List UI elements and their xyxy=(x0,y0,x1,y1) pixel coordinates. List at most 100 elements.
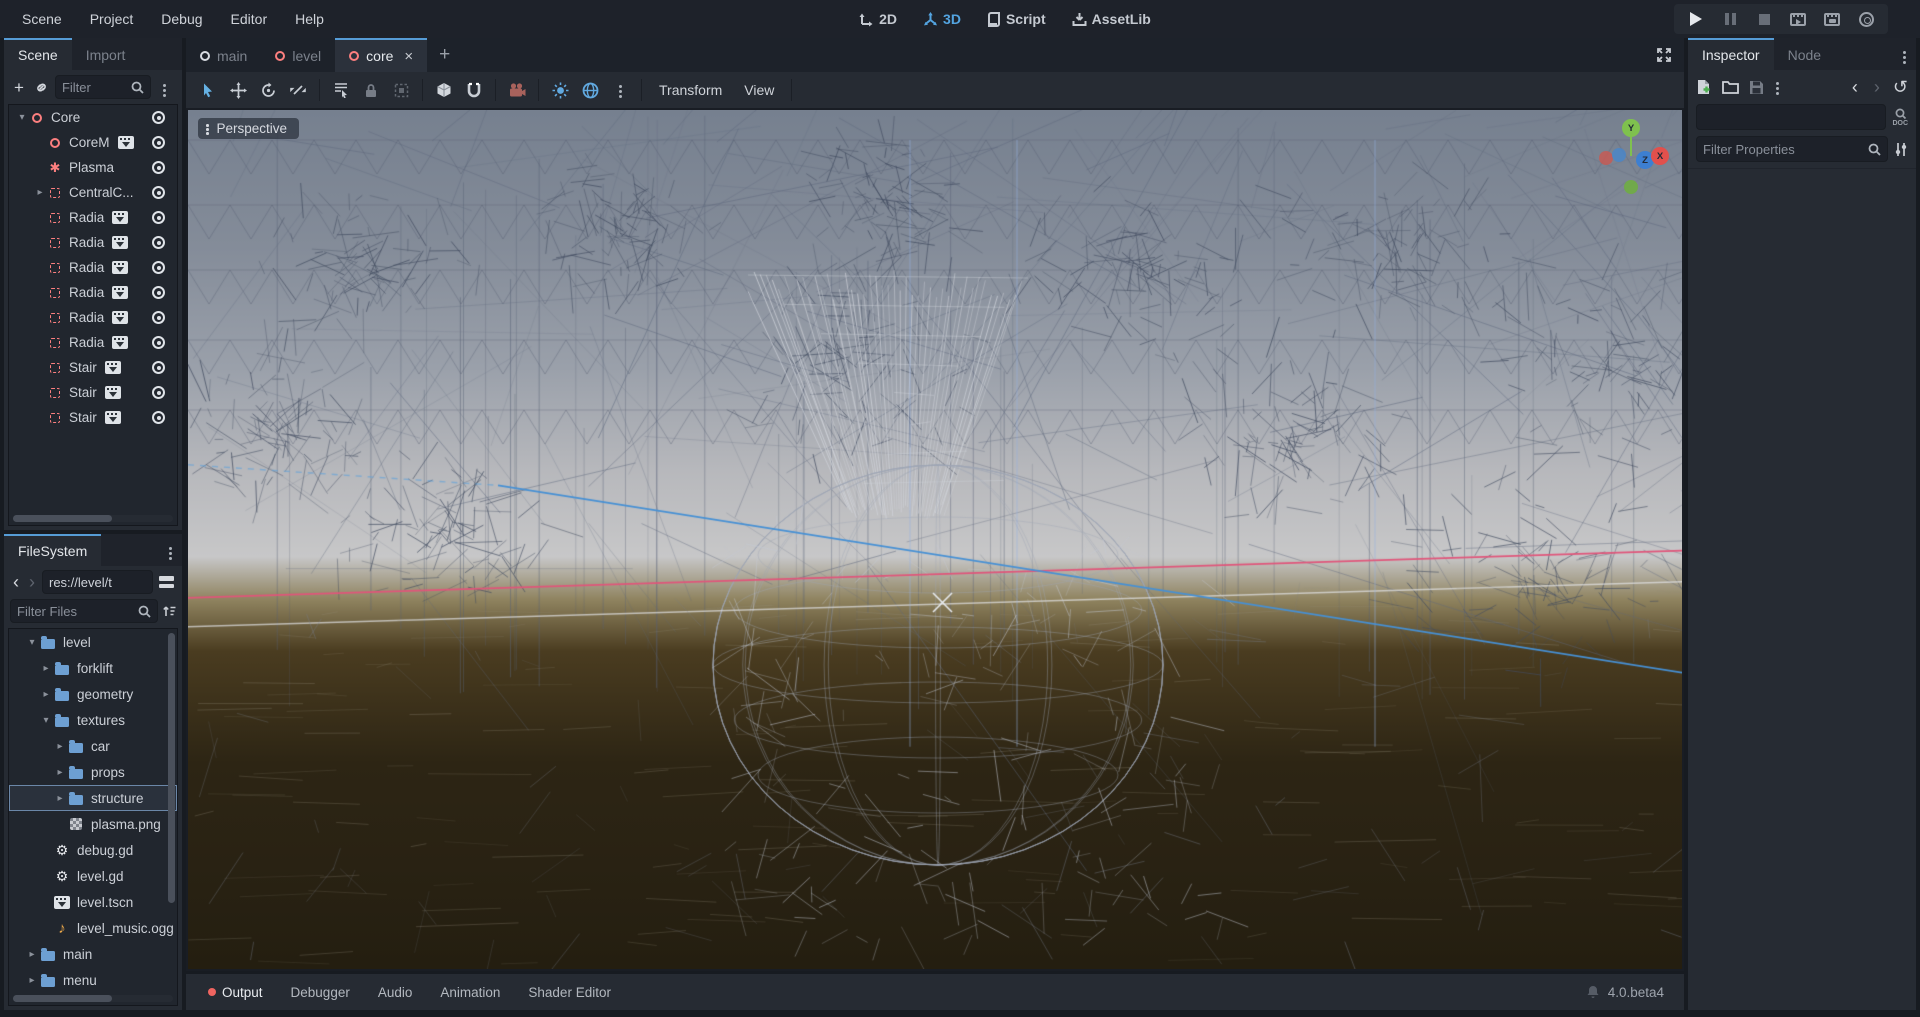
visibility-eye-icon[interactable] xyxy=(152,386,165,399)
scene-tree-row[interactable]: ▾ ▸ ✱ Plasma xyxy=(9,155,177,180)
bottom-panel-tab[interactable]: Output xyxy=(196,980,275,1005)
chevron-down-icon[interactable]: ▾ xyxy=(15,112,29,123)
chevron-down-icon[interactable]: ▾ xyxy=(39,715,53,726)
visibility-eye-icon[interactable] xyxy=(152,261,165,274)
file-tree-row[interactable]: ▾ ▸ ⚙ ♪ props xyxy=(9,759,177,785)
scale-tool-icon[interactable] xyxy=(284,77,312,103)
visibility-eye-icon[interactable] xyxy=(152,336,165,349)
new-resource-icon[interactable] xyxy=(1696,79,1712,96)
inspector-menu-icon[interactable] xyxy=(1903,51,1906,54)
playback-button[interactable] xyxy=(1686,9,1706,29)
chevron-right-icon[interactable]: ▸ xyxy=(39,663,53,674)
context-switch-button[interactable]: 2D xyxy=(859,11,897,27)
local-space-icon[interactable] xyxy=(430,77,458,103)
3d-viewport-canvas[interactable] xyxy=(188,110,1682,969)
display-mode-icon[interactable] xyxy=(157,574,176,590)
bottom-panel-tab[interactable]: Shader Editor xyxy=(516,980,623,1005)
add-node-button[interactable]: + xyxy=(10,77,28,98)
lock-icon[interactable] xyxy=(357,77,385,103)
scene-tree-row[interactable]: ▾ ▸ ✱ Core xyxy=(9,105,177,130)
filesystem-tab[interactable]: FileSystem xyxy=(4,534,101,566)
group-icon[interactable] xyxy=(387,77,415,103)
chevron-right-icon[interactable]: ▸ xyxy=(25,975,39,986)
file-tree-row[interactable]: ▾ ▸ ⚙ ♪ level_music.ogg xyxy=(9,915,177,941)
transform-menu[interactable]: Transform xyxy=(649,78,732,102)
open-instanced-scene-icon[interactable] xyxy=(105,386,121,399)
path-input[interactable] xyxy=(49,575,146,590)
open-instanced-scene-icon[interactable] xyxy=(112,311,128,324)
context-switch-button[interactable]: AssetLib xyxy=(1072,11,1151,27)
select-tool-icon[interactable] xyxy=(194,77,222,103)
bottom-panel-tab[interactable]: Debugger xyxy=(279,980,362,1005)
file-tree-row[interactable]: ▾ ▸ ⚙ ♪ debug.gd xyxy=(9,837,177,863)
scene-tree-hscrollbar[interactable] xyxy=(13,515,173,522)
visibility-eye-icon[interactable] xyxy=(152,111,165,124)
file-filter-input[interactable] xyxy=(17,604,134,619)
menu-item[interactable]: Scene xyxy=(10,6,74,32)
distraction-free-icon[interactable] xyxy=(1644,38,1684,72)
scene-tree-menu-icon[interactable] xyxy=(163,84,166,87)
file-tree-hscrollbar[interactable] xyxy=(13,995,173,1002)
nav-forward-icon[interactable]: › xyxy=(26,573,38,591)
scene-tree-row[interactable]: ▾ ▸ ✱ Radia xyxy=(9,280,177,305)
file-tree-vscrollbar[interactable] xyxy=(168,633,175,903)
scene-filter-input[interactable] xyxy=(62,80,127,95)
chevron-right-icon[interactable]: ▸ xyxy=(25,949,39,960)
scene-tab[interactable]: main × xyxy=(186,38,261,72)
move-tool-icon[interactable] xyxy=(224,77,252,103)
open-instanced-scene-icon[interactable] xyxy=(112,211,128,224)
file-tree-row[interactable]: ▾ ▸ ⚙ ♪ level.gd xyxy=(9,863,177,889)
file-tree-row[interactable]: ▾ ▸ ⚙ ♪ geometry xyxy=(9,681,177,707)
history-forward-icon[interactable]: › xyxy=(1871,78,1883,96)
file-sort-icon[interactable] xyxy=(162,604,176,618)
history-icon[interactable]: ↺ xyxy=(1893,78,1908,96)
open-instanced-scene-icon[interactable] xyxy=(105,361,121,374)
camera-override-icon[interactable] xyxy=(503,77,531,103)
bottom-panel-tab[interactable]: Audio xyxy=(366,980,425,1005)
scene-tab[interactable]: level × xyxy=(261,38,335,72)
open-instanced-scene-icon[interactable] xyxy=(112,336,128,349)
preview-sunlight-icon[interactable] xyxy=(546,77,574,103)
sun-environ-settings-icon[interactable] xyxy=(606,77,634,103)
context-switch-button[interactable]: 3D xyxy=(923,11,961,27)
view-menu[interactable]: View xyxy=(734,78,784,102)
menu-item[interactable]: Editor xyxy=(219,6,280,32)
search-help-icon[interactable]: DOC xyxy=(1892,108,1908,127)
visibility-eye-icon[interactable] xyxy=(152,311,165,324)
dock-tab[interactable]: Scene xyxy=(4,38,72,70)
open-instanced-scene-icon[interactable] xyxy=(112,236,128,249)
visibility-eye-icon[interactable] xyxy=(152,411,165,424)
open-instanced-scene-icon[interactable] xyxy=(112,261,128,274)
file-tree-row[interactable]: ▾ ▸ ⚙ ♪ structure xyxy=(9,785,177,811)
file-tree-row[interactable]: ▾ ▸ ⚙ ♪ car xyxy=(9,733,177,759)
rotate-tool-icon[interactable] xyxy=(254,77,282,103)
file-tree-row[interactable]: ▾ ▸ ⚙ ♪ textures xyxy=(9,707,177,733)
menu-item[interactable]: Help xyxy=(283,6,336,32)
playback-button[interactable] xyxy=(1822,9,1842,29)
file-tree-row[interactable]: ▾ ▸ ⚙ ♪ menu xyxy=(9,967,177,993)
open-instanced-scene-icon[interactable] xyxy=(118,136,134,149)
menu-item[interactable]: Debug xyxy=(149,6,214,32)
close-tab-icon[interactable]: × xyxy=(404,48,413,65)
visibility-eye-icon[interactable] xyxy=(152,136,165,149)
history-back-icon[interactable]: ‹ xyxy=(1849,78,1861,96)
chevron-right-icon[interactable]: ▸ xyxy=(53,793,67,804)
visibility-eye-icon[interactable] xyxy=(152,286,165,299)
playback-button[interactable] xyxy=(1754,9,1774,29)
scene-tree-row[interactable]: ▾ ▸ ✱ CoreM xyxy=(9,130,177,155)
visibility-eye-icon[interactable] xyxy=(152,186,165,199)
context-switch-button[interactable]: Script xyxy=(987,11,1046,27)
file-tree-row[interactable]: ▾ ▸ ⚙ ♪ main xyxy=(9,941,177,967)
scene-tree-row[interactable]: ▾ ▸ ✱ CentralC... xyxy=(9,180,177,205)
chevron-down-icon[interactable]: ▾ xyxy=(25,637,39,648)
scene-tree-row[interactable]: ▾ ▸ ✱ Radia xyxy=(9,205,177,230)
snap-magnet-icon[interactable] xyxy=(460,77,488,103)
scene-tree-row[interactable]: ▾ ▸ ✱ Radia xyxy=(9,330,177,355)
dock-tab[interactable]: Import xyxy=(72,38,140,70)
filesystem-menu-icon[interactable] xyxy=(169,547,172,550)
menu-item[interactable]: Project xyxy=(78,6,146,32)
tune-sliders-icon[interactable] xyxy=(1894,142,1908,157)
chevron-right-icon[interactable]: ▸ xyxy=(33,187,47,198)
scene-tree-row[interactable]: ▾ ▸ ✱ Radia xyxy=(9,255,177,280)
playback-button[interactable] xyxy=(1788,9,1808,29)
